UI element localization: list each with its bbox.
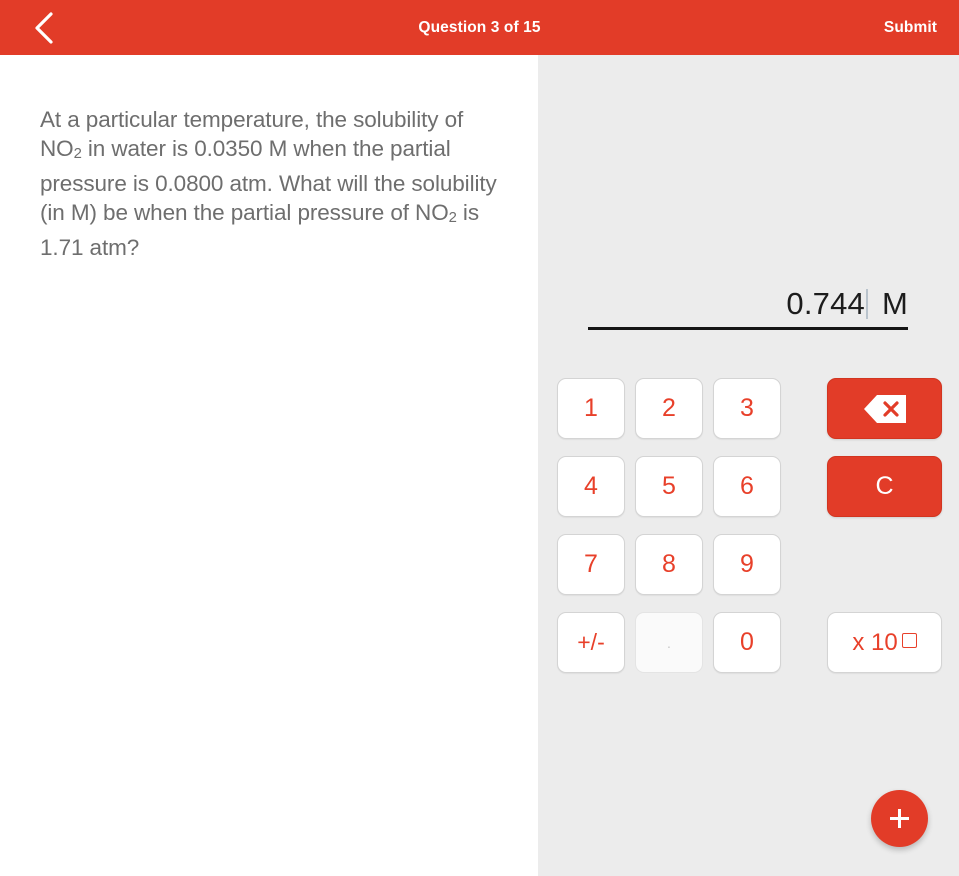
question-panel: At a particular temperature, the solubil…: [0, 55, 538, 876]
key-exponent-label: x 10: [852, 628, 898, 656]
text-cursor: [865, 289, 868, 319]
key-exponent[interactable]: x 10: [827, 612, 942, 673]
top-app-bar: Question 3 of 15 Submit: [0, 0, 959, 55]
question-text: At a particular temperature, the solubil…: [40, 105, 500, 262]
key-7[interactable]: 7: [557, 534, 625, 595]
key-1[interactable]: 1: [557, 378, 625, 439]
answer-unit: M: [881, 286, 908, 321]
clear-button[interactable]: C: [827, 456, 942, 517]
key-sign[interactable]: +/-: [557, 612, 625, 673]
submit-button[interactable]: Submit: [884, 0, 937, 55]
numeric-keypad: 1 2 3 4 5 6 C 7 8 9 +/- . 0 x 10: [557, 378, 959, 680]
question-screen: Question 3 of 15 Submit At a particular …: [0, 0, 959, 876]
key-3[interactable]: 3: [713, 378, 781, 439]
key-8[interactable]: 8: [635, 534, 703, 595]
key-0[interactable]: 0: [713, 612, 781, 673]
key-decimal: .: [635, 612, 703, 673]
plus-icon: [890, 809, 909, 828]
key-5[interactable]: 5: [635, 456, 703, 517]
answer-input[interactable]: 0.744 M: [588, 270, 908, 330]
exponent-placeholder-box: [901, 633, 917, 648]
key-4[interactable]: 4: [557, 456, 625, 517]
answer-panel: 0.744 M 1 2 3 4 5 6 C 7 8 9 +/- . 0 x 10: [538, 55, 959, 876]
key-6[interactable]: 6: [713, 456, 781, 517]
question-subscript-1: 2: [73, 146, 82, 163]
question-line-5a: pressure of NO: [297, 200, 449, 226]
backspace-button[interactable]: [827, 378, 942, 439]
answer-value: 0.744: [786, 286, 865, 321]
backspace-icon: [862, 393, 908, 425]
page-title: Question 3 of 15: [418, 19, 541, 36]
question-subscript-2: 2: [448, 210, 457, 227]
add-fab-button[interactable]: [871, 790, 928, 847]
clear-label: C: [875, 472, 894, 500]
question-line-2b: in water is 0.0350 M when the: [81, 136, 384, 161]
key-9[interactable]: 9: [713, 534, 781, 595]
key-2[interactable]: 2: [635, 378, 703, 439]
question-line-1: At a particular temperature, the solubil…: [40, 107, 439, 132]
